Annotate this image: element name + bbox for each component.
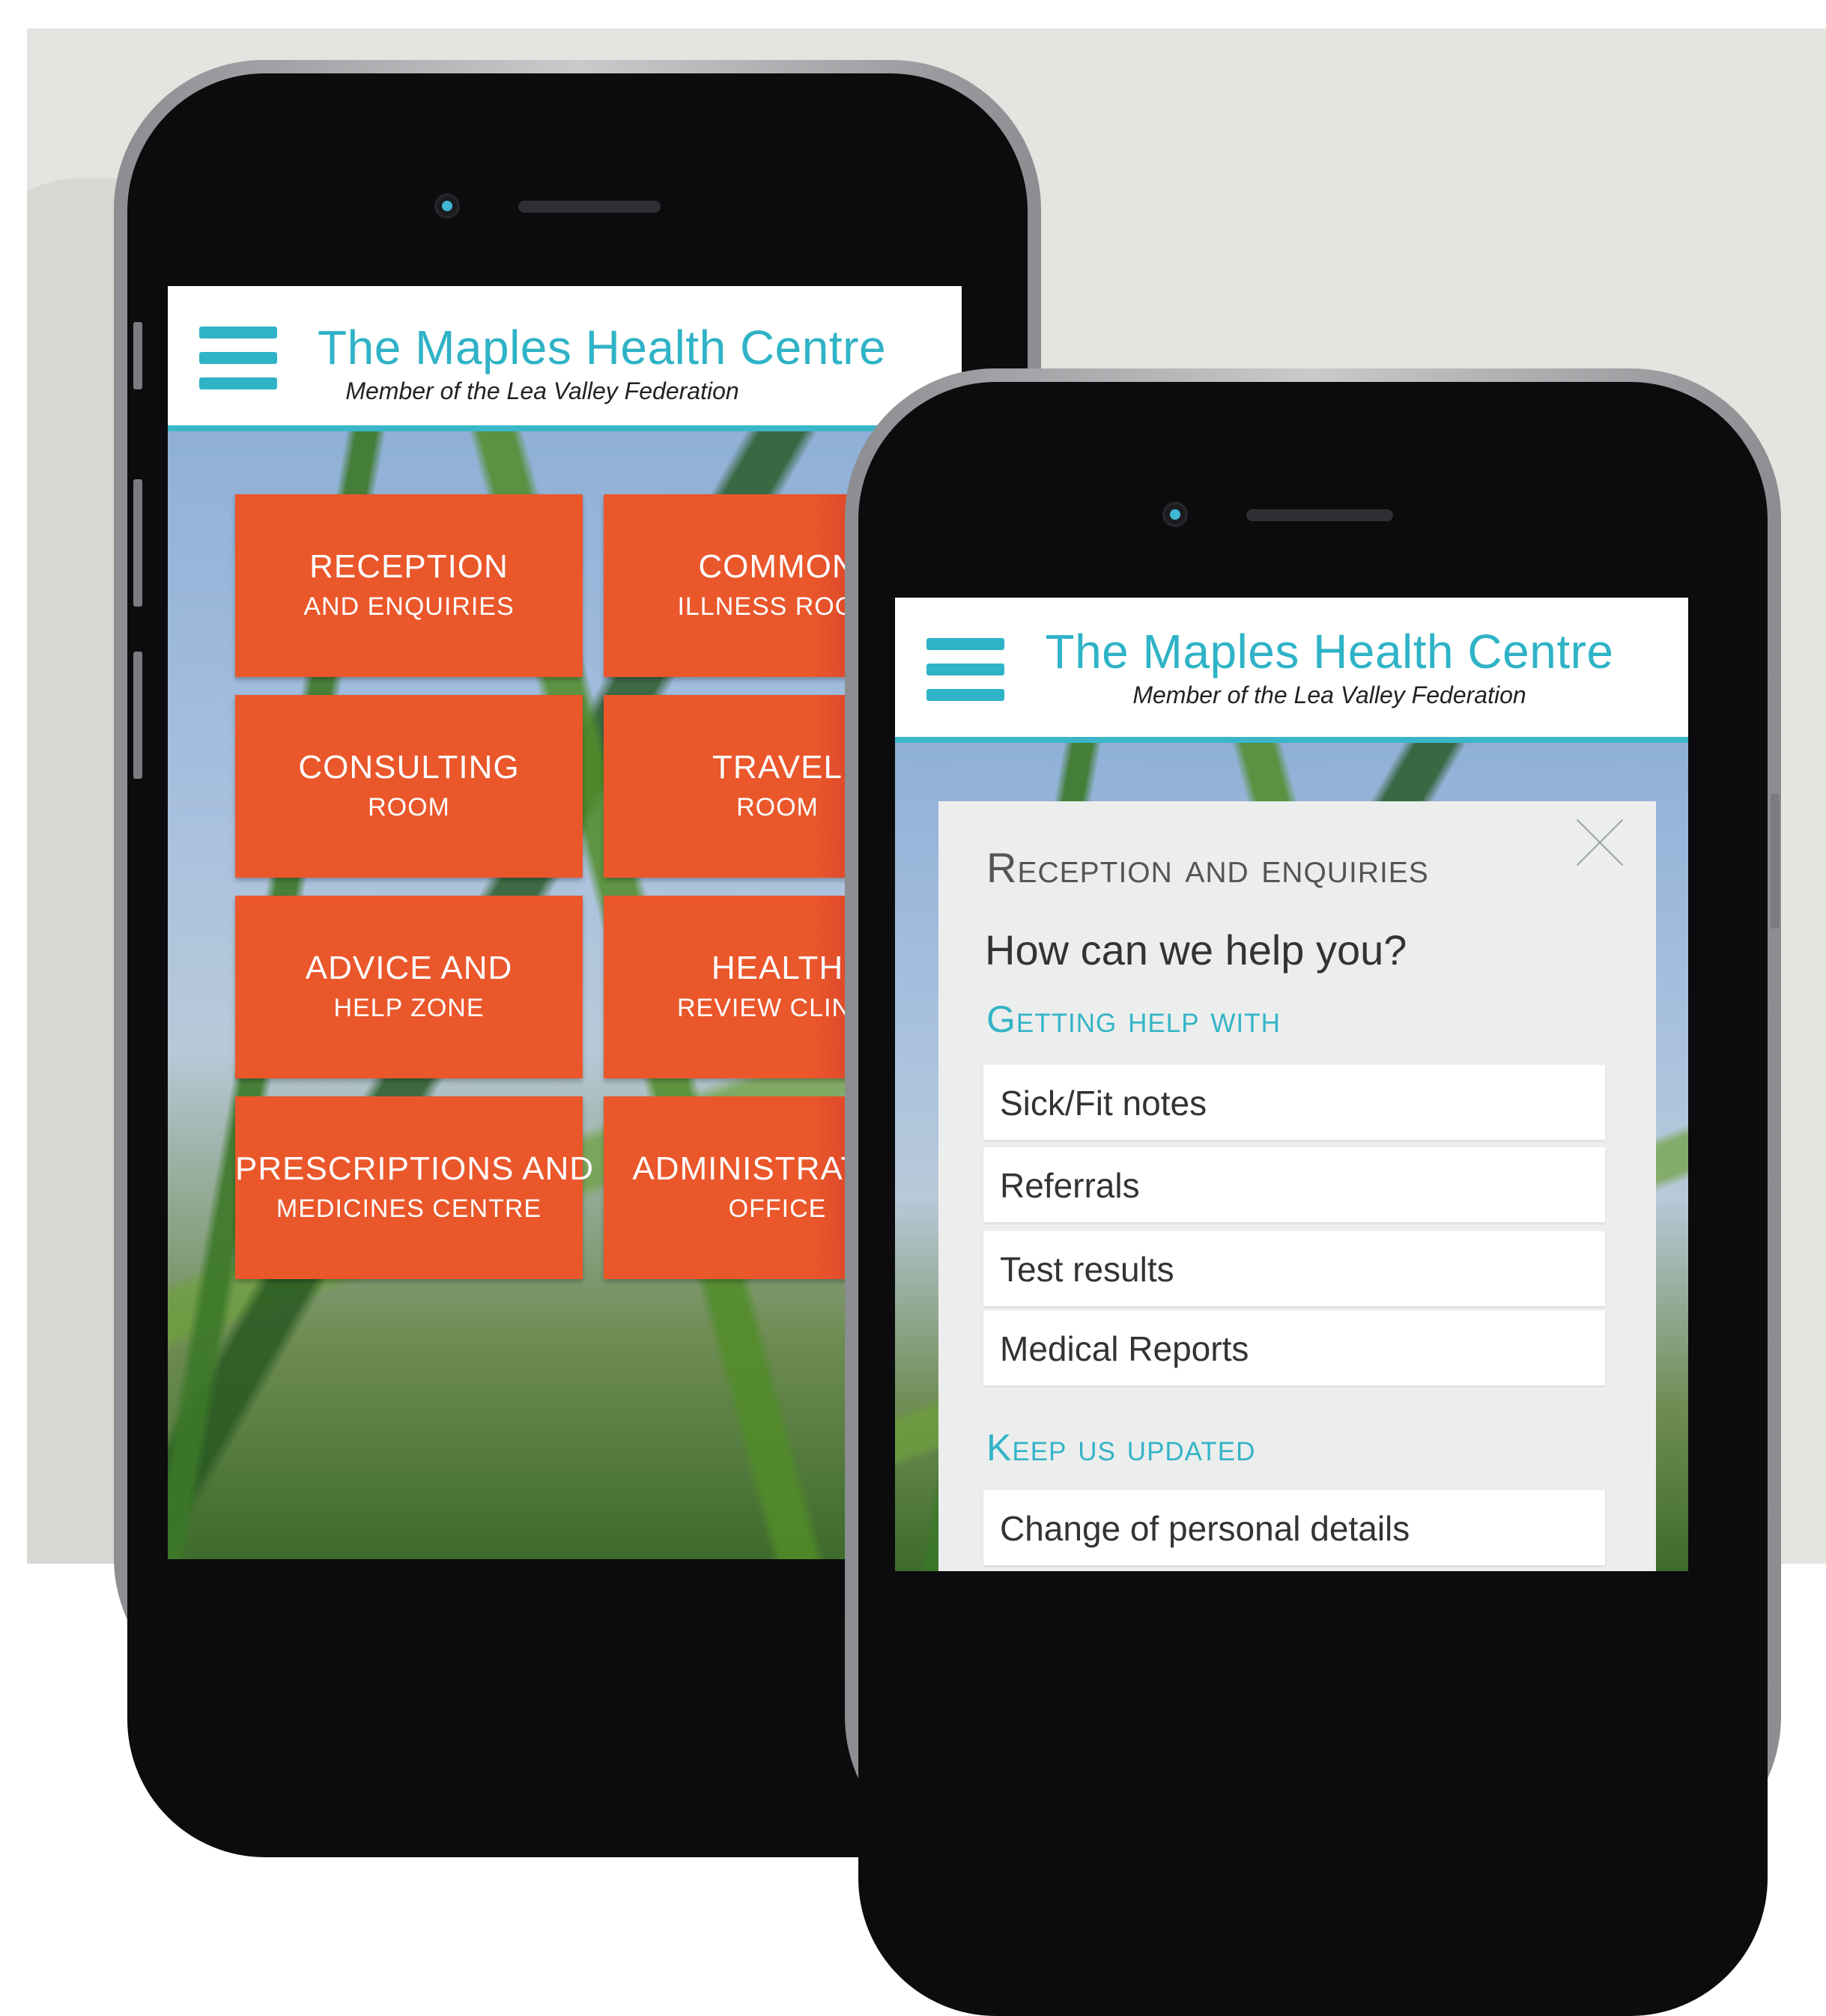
tile-subtitle: AND ENQUIRIES	[303, 592, 515, 621]
earpiece-speaker	[1246, 509, 1393, 521]
option-label: Test results	[1000, 1250, 1174, 1289]
app-subtitle: Member of the Lea Valley Federation	[345, 377, 739, 404]
option-label: Referrals	[1000, 1166, 1140, 1205]
close-icon[interactable]	[1574, 816, 1626, 869]
option-label: Medical Reports	[1000, 1329, 1249, 1368]
tile-title: RECEPTION	[309, 548, 509, 586]
power-button	[1771, 794, 1780, 929]
tile-subtitle: MEDICINES CENTRE	[276, 1194, 542, 1223]
volume-down-button	[133, 652, 142, 779]
tile-consulting-room[interactable]: CONSULTING ROOM	[235, 695, 583, 878]
panel-question: How can we help you?	[985, 926, 1407, 974]
front-camera-icon	[434, 193, 460, 219]
hamburger-menu-icon[interactable]	[199, 327, 277, 389]
app-brand: The Maples Health Centre Member of the L…	[1045, 628, 1614, 709]
section-heading-keep-updated: Keep us updated	[986, 1427, 1256, 1469]
option-referrals[interactable]: Referrals	[983, 1147, 1605, 1222]
option-label: Sick/Fit notes	[1000, 1084, 1207, 1123]
app-title: The Maples Health Centre	[318, 321, 887, 374]
earpiece-speaker	[518, 201, 661, 213]
app-brand: The Maples Health Centre Member of the L…	[318, 321, 887, 405]
reception-panel: Reception and enquiries How can we help …	[938, 801, 1656, 1571]
app-title: The Maples Health Centre	[1045, 625, 1614, 678]
option-label: Change of personal details	[1000, 1509, 1410, 1548]
app-header: The Maples Health Centre Member of the L…	[168, 286, 962, 431]
tile-subtitle: HELP ZONE	[333, 993, 485, 1022]
hamburger-menu-icon[interactable]	[926, 638, 1004, 701]
option-change-of-personal-details[interactable]: Change of personal details	[983, 1490, 1605, 1565]
panel-title: Reception and enquiries	[986, 844, 1429, 891]
tile-title: ADVICE AND	[305, 950, 513, 987]
tile-subtitle: ROOM	[368, 792, 450, 822]
app-subtitle: Member of the Lea Valley Federation	[1132, 681, 1526, 708]
app-header: The Maples Health Centre Member of the L…	[895, 598, 1688, 743]
volume-up-button	[133, 479, 142, 607]
option-medical-reports[interactable]: Medical Reports	[983, 1311, 1605, 1385]
mute-switch	[133, 322, 142, 389]
home-screen: The Maples Health Centre Member of the L…	[168, 286, 962, 1559]
tile-title: PRESCRIPTIONS AND	[235, 1150, 595, 1188]
front-camera-icon	[1162, 502, 1188, 527]
reception-screen: The Maples Health Centre Member of the L…	[895, 598, 1688, 1571]
tile-title: CONSULTING	[298, 749, 520, 786]
tile-advice-and-help-zone[interactable]: ADVICE AND HELP ZONE	[235, 896, 583, 1078]
tile-prescriptions-and-medicines-centre[interactable]: PRESCRIPTIONS AND MEDICINES CENTRE	[235, 1096, 595, 1279]
option-sick-fit-notes[interactable]: Sick/Fit notes	[983, 1065, 1605, 1140]
section-heading-getting-help: Getting help with	[986, 998, 1281, 1040]
tile-reception-and-enquiries[interactable]: RECEPTION AND ENQUIRIES	[235, 494, 583, 677]
option-test-results[interactable]: Test results	[983, 1231, 1605, 1306]
